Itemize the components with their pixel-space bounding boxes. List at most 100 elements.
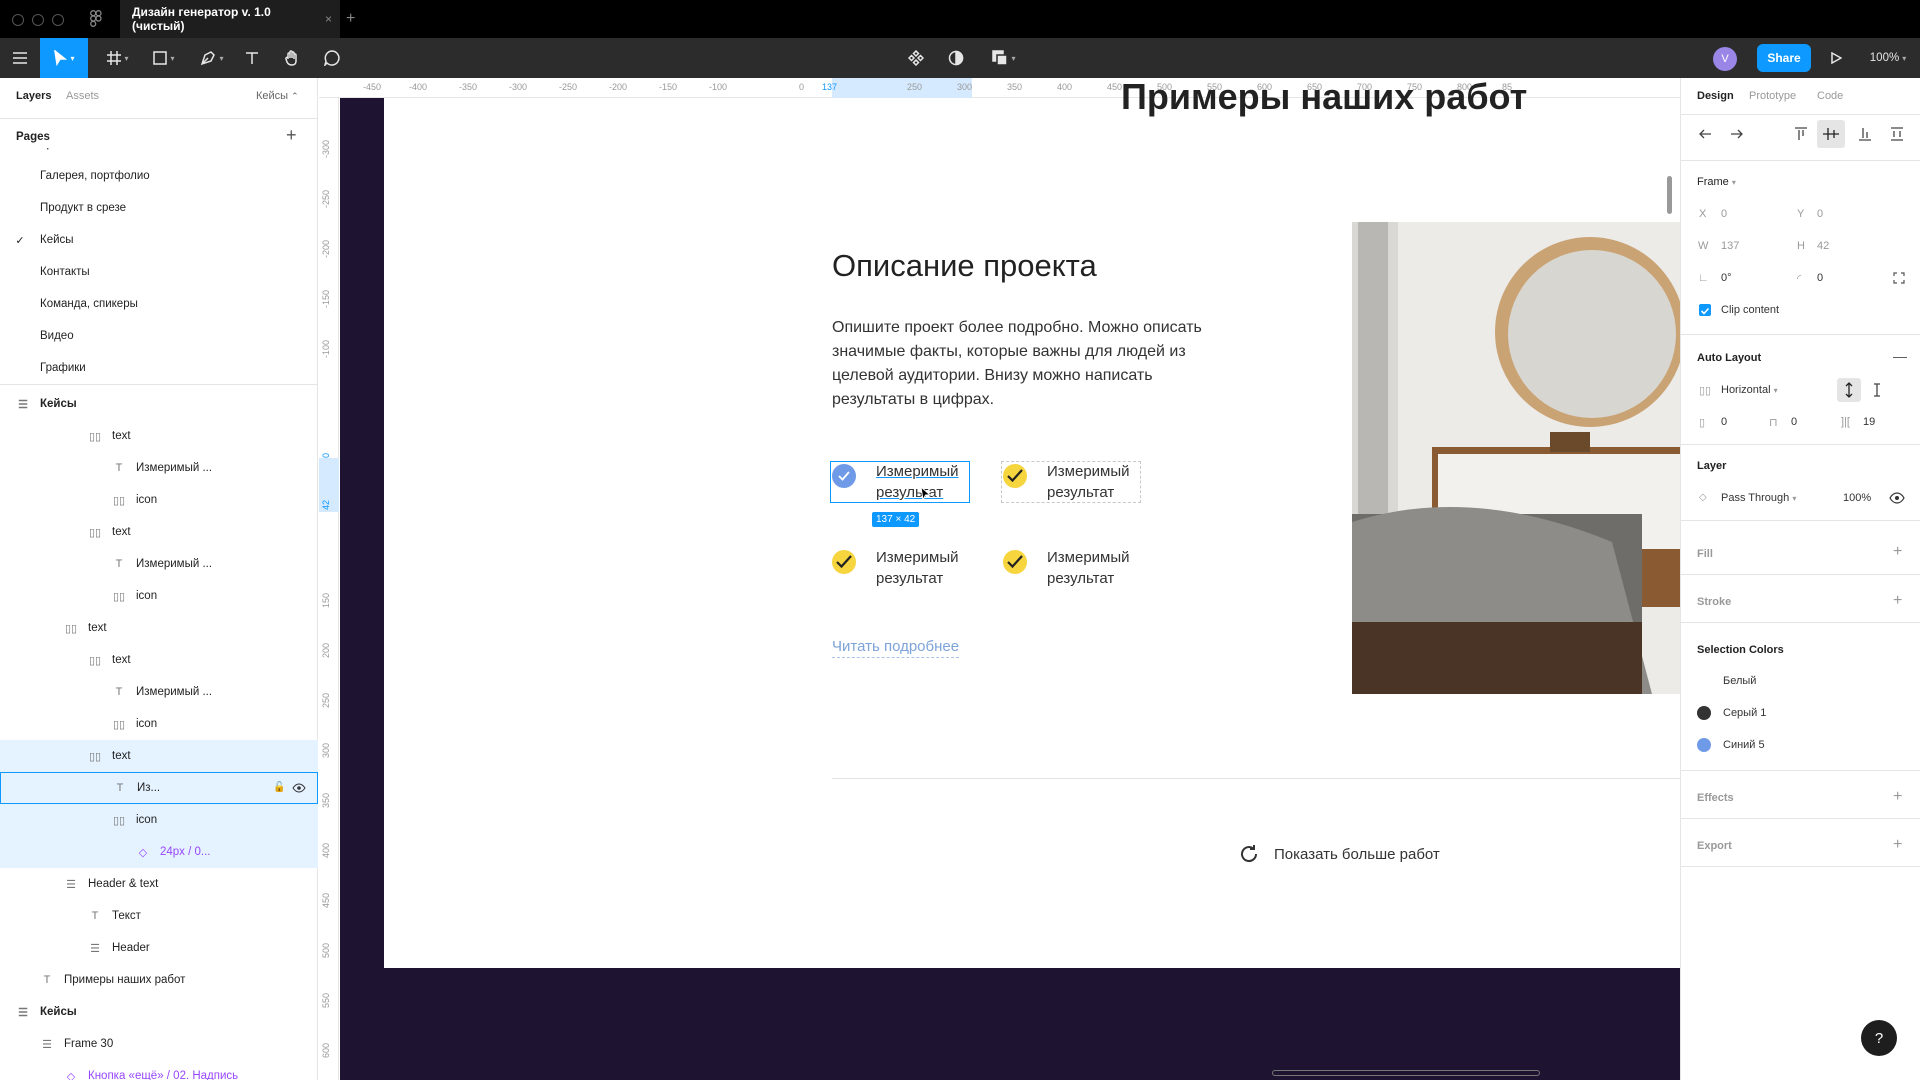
document-tab[interactable]: Дизайн генератор v. 1.0 (чистый) × xyxy=(120,0,340,38)
layer-row[interactable]: ▯▯ text xyxy=(0,612,318,644)
add-page-icon[interactable]: + xyxy=(286,125,297,146)
page-item[interactable]: Контакты xyxy=(0,256,318,288)
add-fill-icon[interactable]: + xyxy=(1893,543,1902,561)
vertical-padding-input[interactable]: 0 xyxy=(1791,416,1797,428)
x-input[interactable]: 0 xyxy=(1721,208,1727,220)
window-close-icon[interactable] xyxy=(12,14,24,26)
pen-tool-button[interactable]: ▾ xyxy=(194,38,230,78)
shape-tool-button[interactable]: ▾ xyxy=(146,38,182,78)
layer-row[interactable]: T Из... 🔓 xyxy=(0,772,318,804)
tab-prototype[interactable]: Prototype xyxy=(1749,90,1796,102)
unlock-icon[interactable]: 🔓 xyxy=(273,782,285,793)
selection-color-item[interactable]: Серый 1 xyxy=(1697,702,1766,724)
vertical-scrollbar[interactable] xyxy=(1667,176,1672,214)
mask-button[interactable] xyxy=(944,38,968,78)
visibility-eye-icon[interactable] xyxy=(292,783,306,796)
layer-row[interactable]: T Измеримый ... xyxy=(0,548,318,580)
align-middle-icon[interactable] xyxy=(1817,120,1845,148)
layer-row[interactable]: ▯▯ text xyxy=(0,740,318,772)
tab-code[interactable]: Code xyxy=(1817,90,1843,102)
avatar[interactable]: V xyxy=(1713,47,1737,71)
resize-vertical-icon[interactable] xyxy=(1837,378,1861,402)
layer-row[interactable]: T Примеры наших работ xyxy=(0,964,318,996)
clip-content-checkbox[interactable] xyxy=(1699,304,1711,316)
layer-row[interactable]: ▯▯ text xyxy=(0,516,318,548)
page-item[interactable]: Цены xyxy=(0,148,318,160)
zoom-dropdown[interactable]: 100% ▾ xyxy=(1862,38,1914,78)
comment-tool-button[interactable] xyxy=(320,38,344,78)
layer-row[interactable]: ▯▯ icon xyxy=(0,708,318,740)
layer-row[interactable]: ☰ Frame 30 xyxy=(0,1028,318,1060)
selection-color-item[interactable]: Синий 5 xyxy=(1697,734,1765,756)
color-swatch[interactable] xyxy=(1697,706,1711,720)
add-export-icon[interactable]: + xyxy=(1893,836,1902,854)
window-zoom-icon[interactable] xyxy=(52,14,64,26)
components-button[interactable] xyxy=(904,38,928,78)
align-right-icon[interactable] xyxy=(1729,126,1745,147)
layer-row[interactable]: ▯▯ icon xyxy=(0,580,318,612)
boolean-button[interactable]: ▾ xyxy=(986,38,1022,78)
figma-logo-icon[interactable] xyxy=(90,10,102,33)
layer-row[interactable]: ☰ Кейсы xyxy=(0,996,318,1028)
color-swatch[interactable] xyxy=(1697,738,1711,752)
page-item[interactable]: Видео xyxy=(0,320,318,352)
layer-row[interactable]: ◇ Кнопка «ещё» / 02. Надпись xyxy=(0,1060,318,1080)
color-swatch[interactable] xyxy=(1697,674,1711,688)
show-more-button[interactable]: Показать больше работ xyxy=(1238,843,1440,865)
layer-row[interactable]: ▯▯ icon xyxy=(0,804,318,836)
h-input[interactable]: 42 xyxy=(1817,240,1829,252)
layer-row[interactable]: ▯▯ icon xyxy=(0,484,318,516)
w-input[interactable]: 137 xyxy=(1721,240,1739,252)
layer-row[interactable]: T Измеримый ... xyxy=(0,676,318,708)
gap-input[interactable]: 19 xyxy=(1863,416,1875,428)
page-item[interactable]: Графики xyxy=(0,352,318,384)
hand-tool-button[interactable] xyxy=(280,38,304,78)
tab-layers[interactable]: Layers xyxy=(16,90,51,102)
align-bottom-icon[interactable] xyxy=(1857,126,1873,147)
y-input[interactable]: 0 xyxy=(1817,208,1823,220)
artboard-cases[interactable]: Примеры наших работ Описание проекта Опи… xyxy=(384,76,1680,968)
layer-row[interactable]: ☰ Кейсы xyxy=(0,388,318,420)
help-button[interactable]: ? xyxy=(1861,1020,1897,1056)
direction-dropdown[interactable]: Horizontal ▾ xyxy=(1721,384,1778,396)
layer-row[interactable]: ☰ Header xyxy=(0,932,318,964)
layer-row[interactable]: T Текст xyxy=(0,900,318,932)
page-item[interactable]: Продукт в срезе xyxy=(0,192,318,224)
window-minimize-icon[interactable] xyxy=(32,14,44,26)
distribute-icon[interactable] xyxy=(1889,126,1905,147)
horizontal-padding-input[interactable]: 0 xyxy=(1721,416,1727,428)
independent-corners-icon[interactable] xyxy=(1893,271,1905,289)
page-item[interactable]: Галерея, портфолио xyxy=(0,160,318,192)
layer-row[interactable]: ◇ 24px / 0... xyxy=(0,836,318,868)
opacity-input[interactable]: 100% xyxy=(1843,492,1871,504)
align-left-icon[interactable] xyxy=(1697,126,1713,147)
main-menu-icon[interactable] xyxy=(8,38,32,78)
horizontal-scrollbar[interactable] xyxy=(1272,1070,1540,1076)
layer-row[interactable]: ▯▯ text xyxy=(0,644,318,676)
align-top-icon[interactable] xyxy=(1793,126,1809,147)
frame-tool-button[interactable]: ▾ xyxy=(100,38,136,78)
text-tool-button[interactable] xyxy=(240,38,264,78)
tab-assets[interactable]: Assets xyxy=(66,90,99,102)
present-button[interactable] xyxy=(1826,38,1846,78)
add-stroke-icon[interactable]: + xyxy=(1893,592,1902,610)
radius-input[interactable]: 0 xyxy=(1817,272,1823,284)
share-button[interactable]: Share xyxy=(1757,44,1811,72)
new-tab-icon[interactable]: + xyxy=(346,10,355,28)
layer-row[interactable]: ▯▯ text xyxy=(0,420,318,452)
layer-row[interactable]: T Измеримый ... xyxy=(0,452,318,484)
layer-row[interactable]: ☰ Header & text xyxy=(0,868,318,900)
read-more-link[interactable]: Читать подробнее xyxy=(832,638,960,658)
page-selector[interactable]: Кейсы ⌃ xyxy=(256,90,299,102)
tab-design[interactable]: Design xyxy=(1697,90,1734,102)
frame-type-dropdown[interactable]: Frame ▾ xyxy=(1697,176,1736,188)
blend-mode-dropdown[interactable]: Pass Through ▾ xyxy=(1721,492,1796,504)
rotation-input[interactable]: 0° xyxy=(1721,272,1732,284)
remove-auto-layout-icon[interactable]: — xyxy=(1893,348,1907,364)
add-effect-icon[interactable]: + xyxy=(1893,788,1902,806)
text-cursor-icon[interactable] xyxy=(1871,382,1883,403)
selection-color-item[interactable]: Белый xyxy=(1697,670,1756,692)
page-item[interactable]: ✓ Кейсы xyxy=(0,224,318,256)
tab-close-icon[interactable]: × xyxy=(325,12,332,26)
page-item[interactable]: Команда, спикеры xyxy=(0,288,318,320)
